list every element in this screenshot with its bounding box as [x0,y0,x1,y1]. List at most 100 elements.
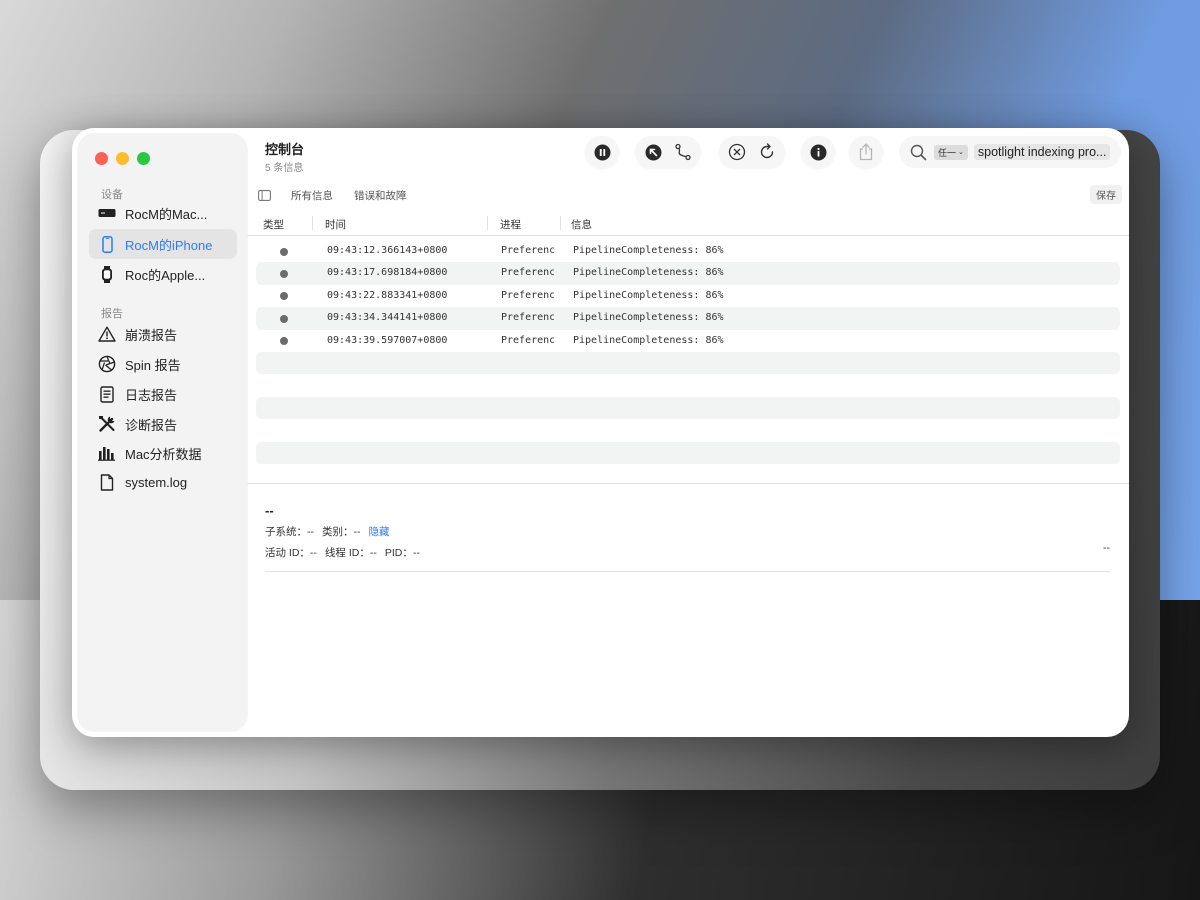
sidebar-item-label: RocM的Mac... [125,206,208,222]
save-button[interactable]: 保存 [1090,185,1122,204]
row-process: Preferences [501,289,554,301]
aperture-icon [98,355,116,373]
share-icon[interactable] [856,142,876,162]
detail-pane: -- 子系统：-- 类别：-- 隐藏 活动 ID：-- 线程 ID：-- PID… [265,503,1110,560]
detail-divider [247,483,1129,484]
row-message: PipelineCompleteness: 86% [573,334,724,346]
chevron-down-icon: ⌄ [958,149,964,156]
detail-right-value: -- [1103,542,1110,554]
sidebar: 设备 RocM的Mac... RocM的iPhone Roc的Apple... … [78,134,247,731]
filter-bar: 所有信息 错误和故障 保存 [257,185,1122,205]
column-message[interactable]: 信息 [571,217,592,232]
title-block: 控制台 5 条信息 [265,139,304,174]
sidebar-item-label: 崩溃报告 [125,327,178,343]
row-time: 09:43:12.366143+0800 [327,245,448,256]
sidebar-item-mac-analytics[interactable]: Mac分析数据 [89,438,237,468]
search-token[interactable]: spotlight indexing pro... [973,144,1111,160]
clear-icon[interactable] [727,142,747,162]
column-separator [312,216,313,230]
route-icon[interactable] [673,142,693,162]
share-pill [849,136,883,168]
message-count: 5 条信息 [265,163,304,174]
detail-ids-line: 活动 ID：-- 线程 ID：-- PID：-- [265,545,1110,560]
row-message: PipelineCompleteness: 86% [573,289,724,301]
default-level-dot-icon [280,314,288,323]
default-level-dot-icon [280,337,288,346]
empty-row [256,374,1120,396]
sidebar-toggle-icon[interactable] [257,185,271,205]
file-icon [98,473,116,491]
close-window-button[interactable] [95,152,108,165]
column-type[interactable]: 类型 [263,217,284,232]
empty-row [256,419,1120,441]
default-level-dot-icon [280,292,288,301]
detail-pid: PID：-- [384,547,420,559]
iphone-icon [98,235,116,253]
sidebar-item-diagnostic-reports[interactable]: 诊断报告 [89,409,237,439]
row-time: 09:43:22.883341+0800 [327,289,448,301]
sidebar-item-mac[interactable]: RocM的Mac... [89,198,237,228]
search-field[interactable]: 任一 ⌄ spotlight indexing pro... [899,136,1121,168]
sidebar-item-label: Roc的Apple... [125,267,206,283]
detail-metadata-line: 子系统：-- 类别：-- 隐藏 [265,524,1110,539]
pause-icon[interactable] [592,142,612,162]
navigation-pill [635,136,701,168]
tools-icon [98,415,116,433]
row-time: 09:43:39.597007+0800 [327,334,448,346]
hide-link[interactable]: 隐藏 [369,524,390,539]
default-level-dot-icon [280,269,288,278]
clear-reload-pill [719,136,785,168]
column-process[interactable]: 进程 [500,217,521,232]
column-separator [560,216,561,230]
detail-thread-id: 线程 ID：-- [324,547,377,559]
info-pill [801,136,835,168]
column-time[interactable]: 时间 [325,217,346,232]
filter-all-messages[interactable]: 所有信息 [291,188,333,203]
detail-bottom-divider [265,571,1110,572]
bar-chart-icon [98,444,116,462]
sidebar-item-label: Mac分析数据 [125,446,202,462]
zoom-window-button[interactable] [137,152,150,165]
apple-watch-icon [98,265,116,283]
filter-errors-faults[interactable]: 错误和故障 [354,188,407,203]
arrow-up-left-icon[interactable] [643,142,663,162]
traffic-lights [95,152,150,165]
sidebar-item-system-log[interactable]: system.log [89,467,237,497]
pause-pill [585,136,619,168]
row-message: PipelineCompleteness: 86% [573,245,724,256]
sidebar-item-iphone[interactable]: RocM的iPhone [89,229,237,259]
sidebar-item-watch[interactable]: Roc的Apple... [89,259,237,289]
window-title: 控制台 [265,142,305,157]
log-table-body: 09:43:12.366143+0800 Preferences Pipelin… [256,240,1120,464]
table-row[interactable]: 09:43:34.344141+0800 Preferences Pipelin… [256,307,1120,330]
document-lines-icon [98,385,116,403]
log-table-header: 类型 时间 进程 信息 [247,214,1129,236]
sidebar-item-spin-reports[interactable]: Spin 报告 [89,349,237,379]
table-row[interactable]: 09:43:39.597007+0800 Preferences Pipelin… [256,330,1120,352]
reload-icon[interactable] [757,142,777,162]
warning-triangle-icon [98,325,116,343]
mac-mini-icon [98,204,116,222]
search-icon [908,142,928,162]
minimize-window-button[interactable] [116,152,129,165]
sidebar-item-label: RocM的iPhone [125,237,213,253]
row-process: Preferences [501,267,554,279]
table-row[interactable]: 09:43:12.366143+0800 Preferences Pipelin… [256,240,1120,262]
sidebar-item-label: 诊断报告 [125,417,178,433]
sidebar-item-label: system.log [125,474,188,490]
empty-row [256,396,1120,420]
sidebar-item-label: 日志报告 [125,387,178,403]
sidebar-item-log-reports[interactable]: 日志报告 [89,379,237,409]
search-scope-dropdown[interactable]: 任一 ⌄ [934,144,968,160]
detail-activity-id: 活动 ID：-- [265,547,317,559]
row-process: Preferences [501,312,554,324]
column-separator [487,216,488,230]
row-process: Preferences [501,245,554,256]
row-message: PipelineCompleteness: 86% [573,267,724,279]
info-icon[interactable] [808,142,828,162]
table-row[interactable]: 09:43:17.698184+0800 Preferences Pipelin… [256,262,1120,285]
row-time: 09:43:34.344141+0800 [327,312,448,324]
detail-subsystem: 子系统：-- [265,526,314,538]
table-row[interactable]: 09:43:22.883341+0800 Preferences Pipelin… [256,285,1120,307]
sidebar-item-crash-reports[interactable]: 崩溃报告 [89,319,237,349]
